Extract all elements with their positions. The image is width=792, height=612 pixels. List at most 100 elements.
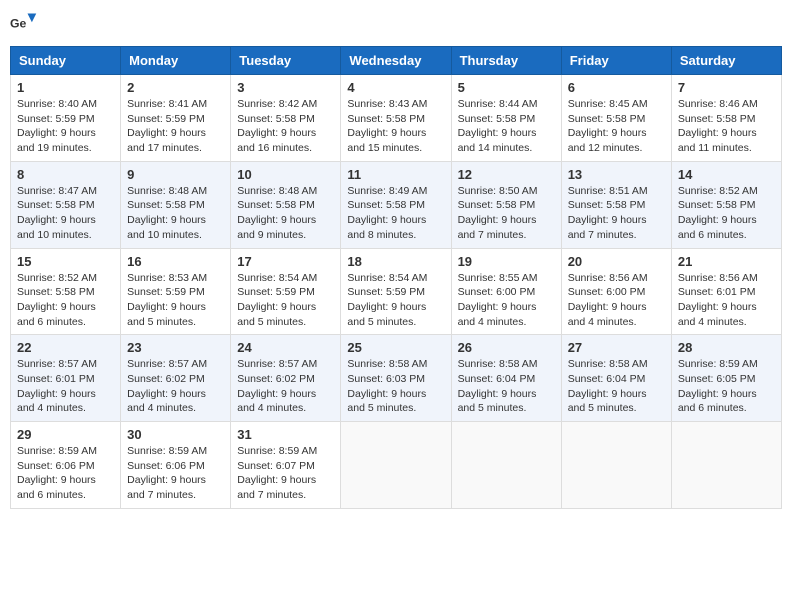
- day-number: 17: [237, 254, 334, 269]
- calendar-cell: [341, 422, 451, 509]
- calendar-cell: 22Sunrise: 8:57 AM Sunset: 6:01 PM Dayli…: [11, 335, 121, 422]
- day-number: 16: [127, 254, 224, 269]
- day-info: Sunrise: 8:58 AM Sunset: 6:04 PM Dayligh…: [458, 357, 555, 416]
- calendar-cell: [451, 422, 561, 509]
- day-number: 3: [237, 80, 334, 95]
- day-number: 7: [678, 80, 775, 95]
- logo: Ge: [10, 10, 42, 38]
- day-info: Sunrise: 8:57 AM Sunset: 6:01 PM Dayligh…: [17, 357, 114, 416]
- day-number: 21: [678, 254, 775, 269]
- day-number: 9: [127, 167, 224, 182]
- weekday-header-sunday: Sunday: [11, 47, 121, 75]
- calendar-cell: 16Sunrise: 8:53 AM Sunset: 5:59 PM Dayli…: [121, 248, 231, 335]
- day-number: 28: [678, 340, 775, 355]
- calendar-week-3: 15 Sunrise: 8:52 AM Sunset: 5:58 PM Dayli…: [11, 248, 782, 335]
- weekday-header-wednesday: Wednesday: [341, 47, 451, 75]
- calendar-cell: 4Sunrise: 8:43 AM Sunset: 5:58 PM Daylig…: [341, 75, 451, 162]
- day-info: Sunrise: 8:51 AM Sunset: 5:58 PM Dayligh…: [568, 184, 665, 243]
- calendar-cell: 26 Sunrise: 8:58 AM Sunset: 6:04 PM Dayli…: [451, 335, 561, 422]
- day-info: Sunrise: 8:59 AM Sunset: 6:05 PM Dayligh…: [678, 357, 775, 416]
- weekday-header-friday: Friday: [561, 47, 671, 75]
- calendar-cell: 19Sunrise: 8:55 AM Sunset: 6:00 PM Dayli…: [451, 248, 561, 335]
- calendar-cell: 18 Sunrise: 8:54 AM Sunset: 5:59 PM Dayli…: [341, 248, 451, 335]
- day-info: Sunrise: 8:56 AM Sunset: 6:00 PM Dayligh…: [568, 271, 665, 330]
- day-info: Sunrise: 8:54 AM Sunset: 5:59 PM Dayligh…: [347, 271, 444, 330]
- calendar-cell: 28 Sunrise: 8:59 AM Sunset: 6:05 PM Dayli…: [671, 335, 781, 422]
- calendar-cell: 2 Sunrise: 8:41 AM Sunset: 5:59 PM Daylig…: [121, 75, 231, 162]
- calendar-cell: 15 Sunrise: 8:52 AM Sunset: 5:58 PM Dayli…: [11, 248, 121, 335]
- day-number: 19: [458, 254, 555, 269]
- calendar-cell: 25 Sunrise: 8:58 AM Sunset: 6:03 PM Dayli…: [341, 335, 451, 422]
- day-info: Sunrise: 8:47 AM Sunset: 5:58 PM Dayligh…: [17, 184, 114, 243]
- calendar-cell: 6 Sunrise: 8:45 AM Sunset: 5:58 PM Daylig…: [561, 75, 671, 162]
- calendar-cell: 20 Sunrise: 8:56 AM Sunset: 6:00 PM Dayli…: [561, 248, 671, 335]
- calendar-body: 1 Sunrise: 8:40 AM Sunset: 5:59 PM Daylig…: [11, 75, 782, 509]
- day-number: 29: [17, 427, 114, 442]
- day-info: Sunrise: 8:45 AM Sunset: 5:58 PM Dayligh…: [568, 97, 665, 156]
- day-number: 2: [127, 80, 224, 95]
- calendar-cell: 9 Sunrise: 8:48 AM Sunset: 5:58 PM Daylig…: [121, 161, 231, 248]
- day-info: Sunrise: 8:58 AM Sunset: 6:03 PM Dayligh…: [347, 357, 444, 416]
- calendar-week-2: 8 Sunrise: 8:47 AM Sunset: 5:58 PM Daylig…: [11, 161, 782, 248]
- calendar-cell: [561, 422, 671, 509]
- day-info: Sunrise: 8:54 AM Sunset: 5:59 PM Dayligh…: [237, 271, 334, 330]
- calendar-cell: 13 Sunrise: 8:51 AM Sunset: 5:58 PM Dayli…: [561, 161, 671, 248]
- calendar-header-row: SundayMondayTuesdayWednesdayThursdayFrid…: [11, 47, 782, 75]
- day-number: 8: [17, 167, 114, 182]
- day-info: Sunrise: 8:41 AM Sunset: 5:59 PM Dayligh…: [127, 97, 224, 156]
- day-number: 25: [347, 340, 444, 355]
- day-number: 24: [237, 340, 334, 355]
- day-number: 4: [347, 80, 444, 95]
- day-info: Sunrise: 8:40 AM Sunset: 5:59 PM Dayligh…: [17, 97, 114, 156]
- day-info: Sunrise: 8:42 AM Sunset: 5:58 PM Dayligh…: [237, 97, 334, 156]
- calendar-cell: 3 Sunrise: 8:42 AM Sunset: 5:58 PM Daylig…: [231, 75, 341, 162]
- day-info: Sunrise: 8:57 AM Sunset: 6:02 PM Dayligh…: [127, 357, 224, 416]
- day-info: Sunrise: 8:52 AM Sunset: 5:58 PM Dayligh…: [17, 271, 114, 330]
- calendar-week-1: 1 Sunrise: 8:40 AM Sunset: 5:59 PM Daylig…: [11, 75, 782, 162]
- calendar-week-4: 22Sunrise: 8:57 AM Sunset: 6:01 PM Dayli…: [11, 335, 782, 422]
- calendar-cell: 14 Sunrise: 8:52 AM Sunset: 5:58 PM Dayli…: [671, 161, 781, 248]
- day-number: 15: [17, 254, 114, 269]
- day-info: Sunrise: 8:48 AM Sunset: 5:58 PM Dayligh…: [127, 184, 224, 243]
- calendar-cell: 8 Sunrise: 8:47 AM Sunset: 5:58 PM Daylig…: [11, 161, 121, 248]
- weekday-header-tuesday: Tuesday: [231, 47, 341, 75]
- day-number: 30: [127, 427, 224, 442]
- day-number: 26: [458, 340, 555, 355]
- day-number: 18: [347, 254, 444, 269]
- calendar-cell: 31 Sunrise: 8:59 AM Sunset: 6:07 PM Dayli…: [231, 422, 341, 509]
- day-info: Sunrise: 8:46 AM Sunset: 5:58 PM Dayligh…: [678, 97, 775, 156]
- calendar-cell: 7 Sunrise: 8:46 AM Sunset: 5:58 PM Daylig…: [671, 75, 781, 162]
- calendar-cell: 23Sunrise: 8:57 AM Sunset: 6:02 PM Dayli…: [121, 335, 231, 422]
- day-info: Sunrise: 8:59 AM Sunset: 6:06 PM Dayligh…: [127, 444, 224, 503]
- day-number: 1: [17, 80, 114, 95]
- calendar-cell: 30 Sunrise: 8:59 AM Sunset: 6:06 PM Dayli…: [121, 422, 231, 509]
- weekday-header-saturday: Saturday: [671, 47, 781, 75]
- day-info: Sunrise: 8:48 AM Sunset: 5:58 PM Dayligh…: [237, 184, 334, 243]
- calendar-cell: 24 Sunrise: 8:57 AM Sunset: 6:02 PM Dayli…: [231, 335, 341, 422]
- day-info: Sunrise: 8:59 AM Sunset: 6:07 PM Dayligh…: [237, 444, 334, 503]
- day-number: 11: [347, 167, 444, 182]
- day-info: Sunrise: 8:59 AM Sunset: 6:06 PM Dayligh…: [17, 444, 114, 503]
- day-number: 20: [568, 254, 665, 269]
- calendar-table: SundayMondayTuesdayWednesdayThursdayFrid…: [10, 46, 782, 509]
- day-number: 6: [568, 80, 665, 95]
- logo-icon: Ge: [10, 10, 38, 38]
- day-number: 14: [678, 167, 775, 182]
- day-info: Sunrise: 8:56 AM Sunset: 6:01 PM Dayligh…: [678, 271, 775, 330]
- calendar-cell: 17 Sunrise: 8:54 AM Sunset: 5:59 PM Dayli…: [231, 248, 341, 335]
- calendar-cell: 1 Sunrise: 8:40 AM Sunset: 5:59 PM Daylig…: [11, 75, 121, 162]
- day-info: Sunrise: 8:50 AM Sunset: 5:58 PM Dayligh…: [458, 184, 555, 243]
- calendar-cell: 21 Sunrise: 8:56 AM Sunset: 6:01 PM Dayli…: [671, 248, 781, 335]
- day-number: 31: [237, 427, 334, 442]
- calendar-cell: 29 Sunrise: 8:59 AM Sunset: 6:06 PM Dayli…: [11, 422, 121, 509]
- calendar-cell: [671, 422, 781, 509]
- svg-text:Ge: Ge: [10, 17, 27, 31]
- day-number: 27: [568, 340, 665, 355]
- day-number: 13: [568, 167, 665, 182]
- day-info: Sunrise: 8:52 AM Sunset: 5:58 PM Dayligh…: [678, 184, 775, 243]
- calendar-cell: 10Sunrise: 8:48 AM Sunset: 5:58 PM Dayli…: [231, 161, 341, 248]
- weekday-header-monday: Monday: [121, 47, 231, 75]
- day-info: Sunrise: 8:49 AM Sunset: 5:58 PM Dayligh…: [347, 184, 444, 243]
- calendar-cell: 11 Sunrise: 8:49 AM Sunset: 5:58 PM Dayli…: [341, 161, 451, 248]
- day-info: Sunrise: 8:57 AM Sunset: 6:02 PM Dayligh…: [237, 357, 334, 416]
